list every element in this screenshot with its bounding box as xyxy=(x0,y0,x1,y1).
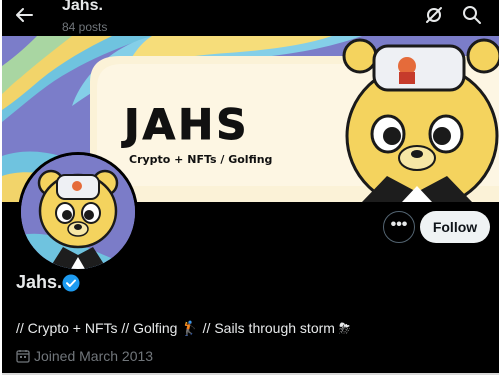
search-button[interactable] xyxy=(460,4,484,26)
avatar-image xyxy=(21,155,135,269)
verified-badge-icon xyxy=(62,274,80,292)
joined-date: Joined March 2013 xyxy=(16,348,153,364)
arrow-left-icon xyxy=(16,8,33,22)
top-bar: Jahs. 84 posts xyxy=(2,0,499,36)
calendar-icon xyxy=(16,350,30,363)
profile-page: Jahs. 84 posts JAHS Crypto + NFTs / Golf… xyxy=(2,0,499,375)
banner-title: JAHS xyxy=(124,100,250,150)
more-options-button[interactable]: ••• xyxy=(383,211,415,243)
posts-count: 84 posts xyxy=(62,20,108,34)
display-name: Jahs. xyxy=(16,272,63,292)
follow-button[interactable]: Follow xyxy=(420,211,490,243)
profile-bio: // Crypto + NFTs // Golfing 🏌 // Sails t… xyxy=(16,320,351,336)
banner-tagline: Crypto + NFTs / Golfing xyxy=(129,153,273,166)
joined-date-label: Joined March 2013 xyxy=(34,348,154,364)
header-title: Jahs. xyxy=(62,0,103,14)
avatar[interactable] xyxy=(18,152,138,272)
search-icon xyxy=(463,6,481,24)
notification-off-icon xyxy=(426,7,442,23)
back-button[interactable] xyxy=(12,4,36,26)
bear-avatar-art xyxy=(21,155,135,269)
notifications-button[interactable] xyxy=(422,4,446,26)
